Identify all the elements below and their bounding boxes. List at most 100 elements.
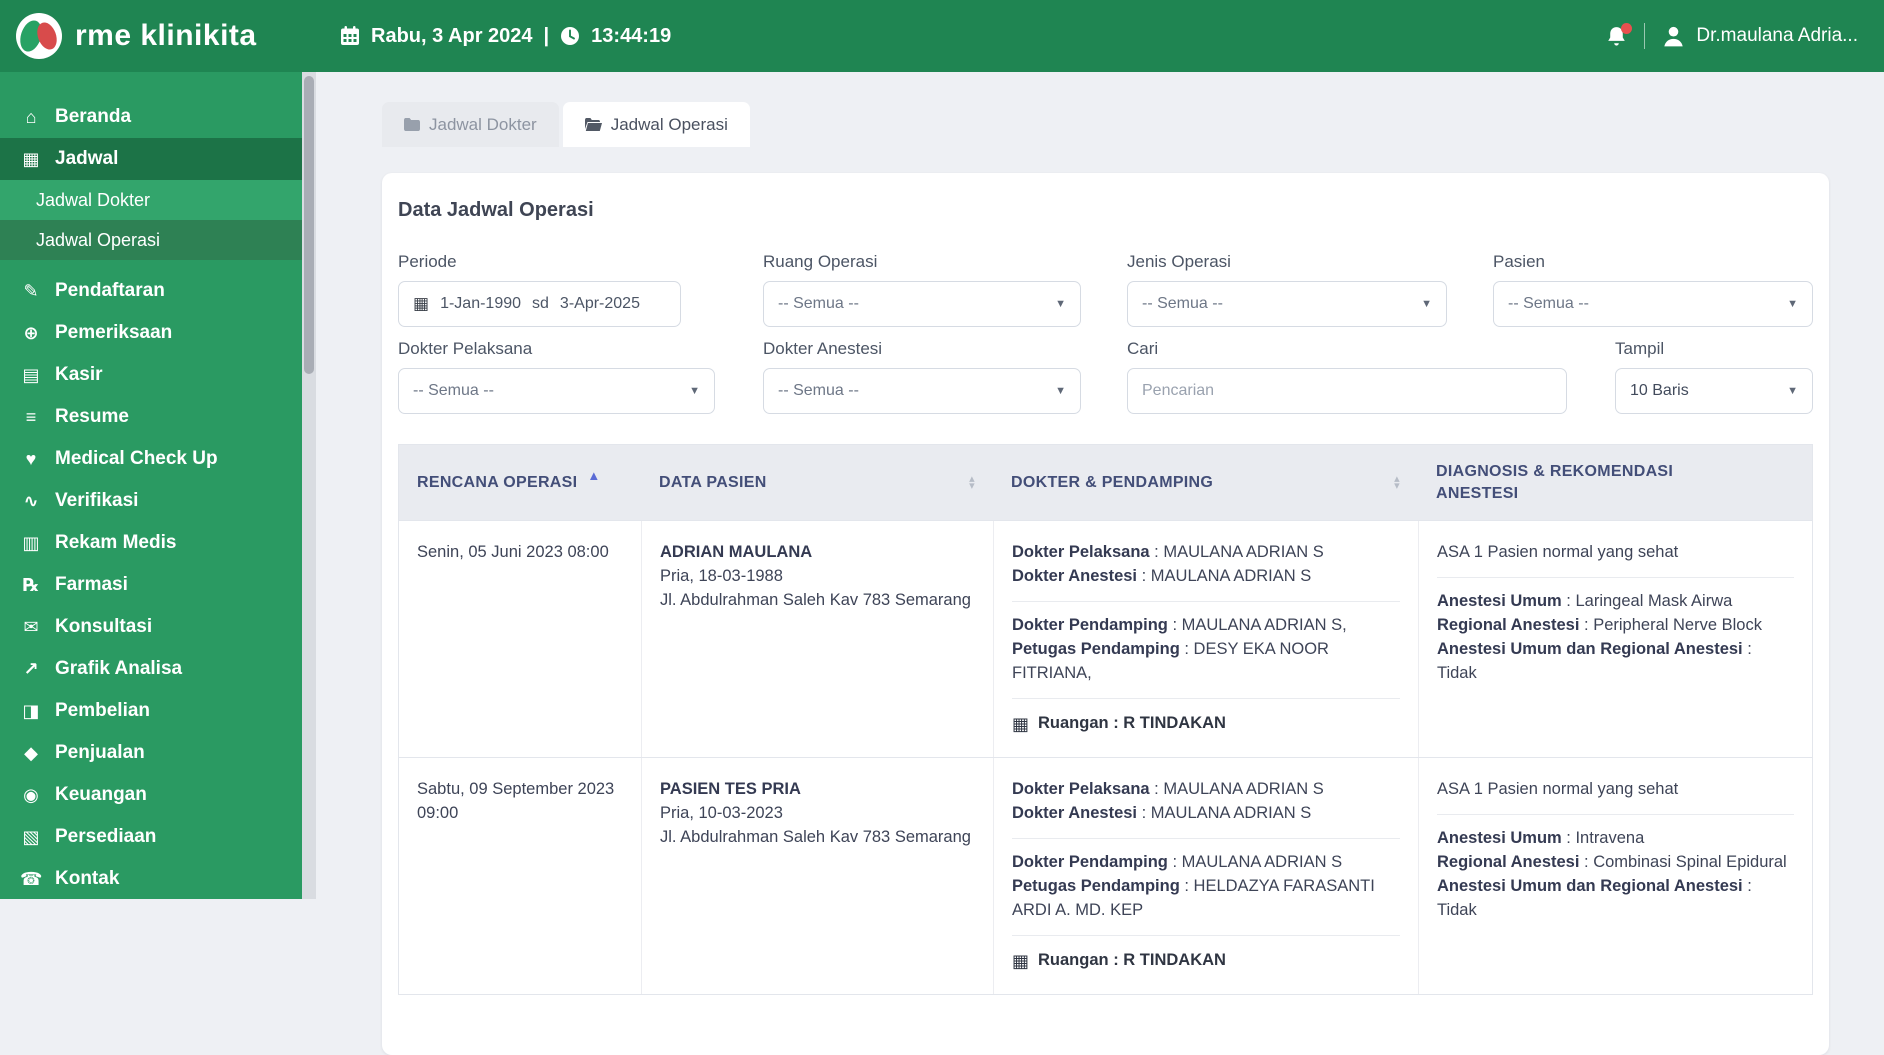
sidebar-item-pemeriksaan[interactable]: ⊕ Pemeriksaan bbox=[0, 312, 302, 354]
sidebar-item-kontak[interactable]: ☎ Kontak bbox=[0, 858, 302, 900]
sidebar-item-label: Medical Check Up bbox=[55, 448, 218, 469]
sidebar-item-persediaan[interactable]: ▧ Persediaan bbox=[0, 816, 302, 858]
sidebar-item-beranda[interactable]: ⌂ Beranda bbox=[0, 96, 302, 138]
sidebar-subitem-jadwal-operasi[interactable]: Jadwal Operasi bbox=[0, 220, 302, 260]
dokter-anestesi-select[interactable]: -- Semua -- ▼ bbox=[763, 368, 1081, 414]
ruangan-text: Ruangan : R TINDAKAN bbox=[1038, 712, 1226, 736]
sidebar-subitem-jadwal-dokter[interactable]: Jadwal Dokter bbox=[0, 180, 302, 220]
periode-date-range[interactable]: ▦ 1-Jan-1990 sd 3-Apr-2025 bbox=[398, 281, 681, 327]
top-bar: rme klinikita Rabu, 3 Apr 2024 | 13:44:1… bbox=[0, 0, 1884, 72]
sidebar-item-rekam-medis[interactable]: ▥ Rekam Medis bbox=[0, 522, 302, 564]
col-header-dokter-pendamping[interactable]: DOKTER & PENDAMPING ▴ ▾ bbox=[993, 445, 1418, 520]
sidebar-item-farmasi[interactable]: ℞ Farmasi bbox=[0, 564, 302, 606]
sidebar-item-grafik-analisa[interactable]: ↗ Grafik Analisa bbox=[0, 648, 302, 690]
umum-dan-regional-key: Anestesi Umum dan Regional Anestesi bbox=[1437, 639, 1743, 658]
filter-periode: Periode ▦ 1-Jan-1990 sd 3-Apr-2025 bbox=[398, 252, 681, 327]
tab-jadwal-dokter[interactable]: Jadwal Dokter bbox=[382, 102, 559, 147]
patient-address: Jl. Abdulrahman Saleh Kav 783 Semarang bbox=[660, 827, 971, 846]
separator: : bbox=[1149, 543, 1164, 562]
sidebar-item-resume[interactable]: ≡ Resume bbox=[0, 396, 302, 438]
separator: : bbox=[1579, 616, 1594, 635]
sidebar-item-label: Pemeriksaan bbox=[55, 322, 173, 343]
chart-icon: ↗ bbox=[23, 658, 39, 679]
sidebar-item-label: Resume bbox=[55, 406, 129, 427]
date-time-separator: | bbox=[543, 24, 550, 47]
sort-ascending-icon: ▲ bbox=[587, 468, 601, 484]
dokter-anestesi-line: Dokter Anestesi : MAULANA ADRIAN S bbox=[1012, 565, 1400, 589]
notifications-button[interactable] bbox=[1605, 22, 1633, 48]
col-header-rencana-operasi[interactable]: RENCANA OPERASI ▲ bbox=[399, 445, 641, 520]
anestesi-umum-key: Anestesi Umum bbox=[1437, 828, 1562, 847]
search-input[interactable] bbox=[1127, 368, 1567, 414]
tampil-value: 10 Baris bbox=[1630, 382, 1689, 399]
user-name: Dr.maulana Adria... bbox=[1696, 25, 1858, 46]
ruangan-line: ▦ Ruangan : R TINDAKAN bbox=[1012, 948, 1400, 974]
top-bar-divider bbox=[1644, 23, 1646, 49]
sidebar-item-label: Pembelian bbox=[55, 700, 151, 721]
separator: : bbox=[1179, 639, 1194, 658]
tampil-select[interactable]: 10 Baris ▼ bbox=[1615, 368, 1813, 414]
filter-row-1: Periode ▦ 1-Jan-1990 sd 3-Apr-2025 Ruang… bbox=[398, 252, 1813, 327]
diagnosis-cell: ASA 1 Pasien normal yang sehat Anestesi … bbox=[1418, 757, 1812, 994]
user-menu[interactable]: Dr.maulana Adria... bbox=[1661, 24, 1858, 49]
sidebar-item-pembelian[interactable]: ◨ Pembelian bbox=[0, 690, 302, 732]
separator: : bbox=[1579, 852, 1594, 871]
medical-record-icon: ▥ bbox=[22, 532, 40, 553]
col-header-label: RENCANA OPERASI bbox=[417, 473, 578, 491]
brand-name: rme klinikita bbox=[75, 19, 257, 52]
table-row: Sabtu, 09 September 2023 09:00 PASIEN TE… bbox=[399, 756, 1812, 994]
ruang-operasi-select[interactable]: -- Semua -- ▼ bbox=[763, 281, 1081, 327]
data-jadwal-operasi-card: Data Jadwal Operasi Periode ▦ 1-Jan-1990… bbox=[382, 173, 1829, 1055]
sidebar-scrollbar-thumb[interactable] bbox=[304, 76, 314, 374]
diagnosis-cell: ASA 1 Pasien normal yang sehat Anestesi … bbox=[1418, 521, 1812, 757]
sidebar-item-kasir[interactable]: ▤ Kasir bbox=[0, 354, 302, 396]
filter-tampil: Tampil 10 Baris ▼ bbox=[1615, 339, 1813, 414]
sidebar-item-label: Jadwal Operasi bbox=[36, 229, 161, 250]
col-header-data-pasien[interactable]: DATA PASIEN ▴ ▾ bbox=[641, 445, 993, 520]
chevron-down-icon: ▼ bbox=[1787, 385, 1798, 397]
separator: : bbox=[1137, 567, 1151, 586]
sidebar-scrollbar[interactable] bbox=[302, 72, 316, 899]
ruang-operasi-label: Ruang Operasi bbox=[763, 252, 878, 271]
calendar-icon bbox=[341, 26, 359, 45]
separator: : bbox=[1561, 592, 1576, 611]
anestesi-umum-line: Anestesi Umum : Laringeal Mask Airwa bbox=[1437, 590, 1794, 614]
filter-dokter-pelaksana: Dokter Pelaksana -- Semua -- ▼ bbox=[398, 339, 715, 414]
rencana-cell: Sabtu, 09 September 2023 09:00 bbox=[399, 758, 641, 994]
dokter-pendamping-key: Dokter Pendamping bbox=[1012, 616, 1168, 635]
petugas-pendamping-line: Petugas Pendamping : DESY EKA NOOR FITRI… bbox=[1012, 638, 1400, 686]
filter-pasien: Pasien -- Semua -- ▼ bbox=[1493, 252, 1813, 327]
cell-divider bbox=[1012, 934, 1400, 936]
date-time: Rabu, 3 Apr 2024 | 13:44:19 bbox=[340, 25, 671, 48]
clock-icon bbox=[561, 27, 580, 45]
brand[interactable]: rme klinikita bbox=[0, 0, 316, 72]
col-header-label: DATA PASIEN bbox=[659, 473, 767, 491]
dokter-pelaksana-value: -- Semua -- bbox=[413, 382, 494, 399]
jenis-operasi-select[interactable]: -- Semua -- ▼ bbox=[1127, 281, 1447, 327]
dokter-pelaksana-select[interactable]: -- Semua -- ▼ bbox=[398, 368, 715, 414]
tab-jadwal-operasi[interactable]: Jadwal Operasi bbox=[562, 102, 750, 147]
sidebar-item-konsultasi[interactable]: ✉ Konsultasi bbox=[0, 606, 302, 648]
sidebar-item-verifikasi[interactable]: ∿ Verifikasi bbox=[0, 480, 302, 522]
sidebar-item-pendaftaran[interactable]: ✎ Pendaftaran bbox=[0, 270, 302, 312]
pasien-select[interactable]: -- Semua -- ▼ bbox=[1493, 281, 1813, 327]
sidebar-item-label: Penjualan bbox=[55, 742, 145, 763]
current-time: 13:44:19 bbox=[591, 24, 672, 47]
rencana-operasi: Sabtu, 09 September 2023 09:00 bbox=[417, 779, 615, 822]
sidebar-item-penjualan[interactable]: ◆ Penjualan bbox=[0, 732, 302, 774]
sidebar-item-jadwal[interactable]: ▦ Jadwal bbox=[0, 138, 302, 180]
periode-from: 1-Jan-1990 bbox=[440, 295, 522, 312]
sort-down-icon: ▾ bbox=[1394, 479, 1400, 492]
top-bar-main: Rabu, 3 Apr 2024 | 13:44:19 Dr.maulana A… bbox=[316, 0, 1884, 72]
table-row: Senin, 05 Juni 2023 08:00 ADRIAN MAULANA… bbox=[399, 520, 1812, 757]
regional-anestesi-key: Regional Anestesi bbox=[1437, 616, 1580, 635]
sidebar-item-keuangan[interactable]: ◉ Keuangan bbox=[0, 774, 302, 816]
separator: : bbox=[1108, 950, 1124, 969]
tab-label: Jadwal Operasi bbox=[610, 114, 728, 134]
sidebar-item-medical-check-up[interactable]: ♥ Medical Check Up bbox=[0, 438, 302, 480]
dokter-pendamping-key: Dokter Pendamping bbox=[1012, 852, 1168, 871]
sidebar-item-label: Jadwal bbox=[55, 148, 119, 169]
notification-badge bbox=[1621, 22, 1633, 34]
dokter-pelaksana-value: MAULANA ADRIAN S bbox=[1163, 779, 1324, 798]
